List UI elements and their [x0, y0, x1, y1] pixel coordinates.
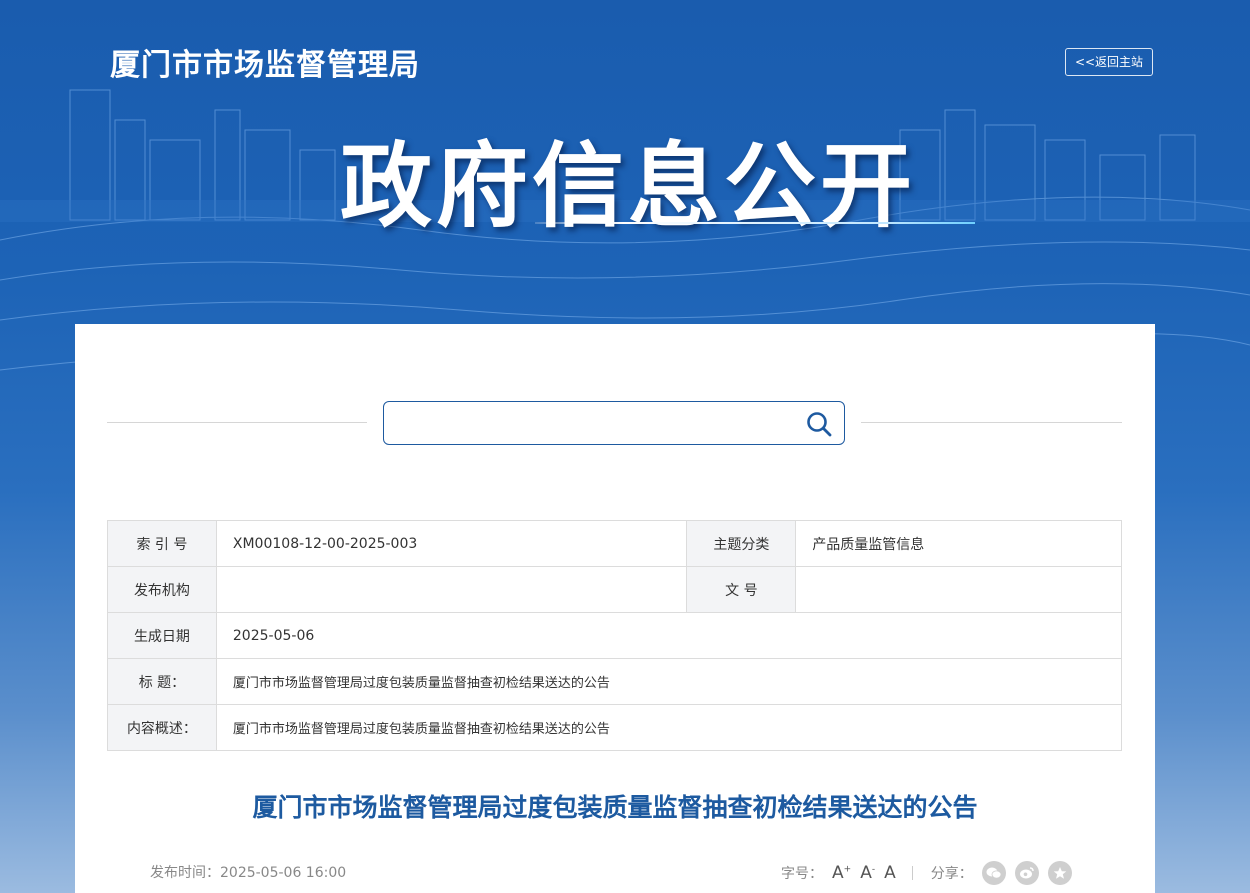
font-smaller-glyph: A [860, 863, 872, 883]
share-label: 分享： [930, 866, 973, 882]
publish-time: 发布时间：2025-05-06 16:00 [150, 865, 347, 881]
content-panel: 索 引 号 XM00108-12-00-2025-003 主题分类 产品质量监管… [75, 324, 1155, 893]
search-divider-right [861, 422, 1122, 423]
docno-value [795, 566, 1122, 613]
font-smaller-mark: - [871, 864, 876, 875]
topic-label: 主题分类 [686, 520, 797, 567]
title-label: 标 题： [107, 658, 217, 705]
issuer-label: 发布机构 [107, 566, 217, 613]
table-row: 索 引 号 XM00108-12-00-2025-003 主题分类 产品质量监管… [107, 520, 1122, 567]
date-value: 2025-05-06 [215, 612, 1123, 659]
article-title: 厦门市市场监督管理局过度包装质量监督抽查初检结果送达的公告 [252, 793, 978, 822]
font-larger-glyph: A [832, 863, 844, 883]
font-size-label: 字号： [781, 866, 823, 882]
tools-divider [911, 866, 913, 880]
font-larger-mark: + [843, 864, 852, 875]
issuer-value [215, 566, 688, 613]
font-default-button[interactable]: A [884, 863, 896, 883]
hero-title: 政府信息公开 [340, 133, 917, 240]
table-row: 标 题： 厦门市市场监督管理局过度包装质量监督抽查初检结果送达的公告 [107, 658, 1123, 705]
search-input[interactable] [394, 410, 798, 438]
topic-value: 产品质量监管信息 [795, 520, 1122, 567]
table-row: 生成日期 2025-05-06 [107, 612, 1123, 659]
hero-underline [535, 222, 975, 224]
table-row: 内容概述： 厦门市市场监督管理局过度包装质量监督抽查初检结果送达的公告 [107, 704, 1123, 751]
date-label: 生成日期 [107, 612, 217, 659]
site-title: 厦门市市场监督管理局 [110, 48, 420, 83]
summary-value: 厦门市市场监督管理局过度包装质量监督抽查初检结果送达的公告 [215, 704, 1123, 751]
search-divider-left [107, 422, 367, 423]
font-smaller-button[interactable]: A- [860, 863, 875, 883]
index-label: 索 引 号 [107, 520, 217, 567]
title-value: 厦门市市场监督管理局过度包装质量监督抽查初检结果送达的公告 [215, 658, 1123, 705]
table-row: 发布机构 文 号 [107, 566, 1122, 613]
summary-label: 内容概述： [107, 704, 217, 751]
docno-label: 文 号 [686, 566, 797, 613]
star-icon[interactable] [1047, 861, 1072, 885]
index-value: XM00108-12-00-2025-003 [215, 520, 688, 567]
search-box [383, 401, 845, 445]
metadata-table: 索 引 号 XM00108-12-00-2025-003 主题分类 产品质量监管… [107, 520, 1123, 751]
font-larger-button[interactable]: A+ [832, 863, 851, 883]
wechat-icon[interactable] [981, 861, 1006, 885]
weibo-icon[interactable] [1014, 861, 1039, 885]
search-icon[interactable] [806, 411, 832, 437]
back-to-main-site-button[interactable]: <<返回主站 [1065, 48, 1153, 76]
article-tools: 字号： A+ A- A 分享： [781, 860, 1072, 886]
